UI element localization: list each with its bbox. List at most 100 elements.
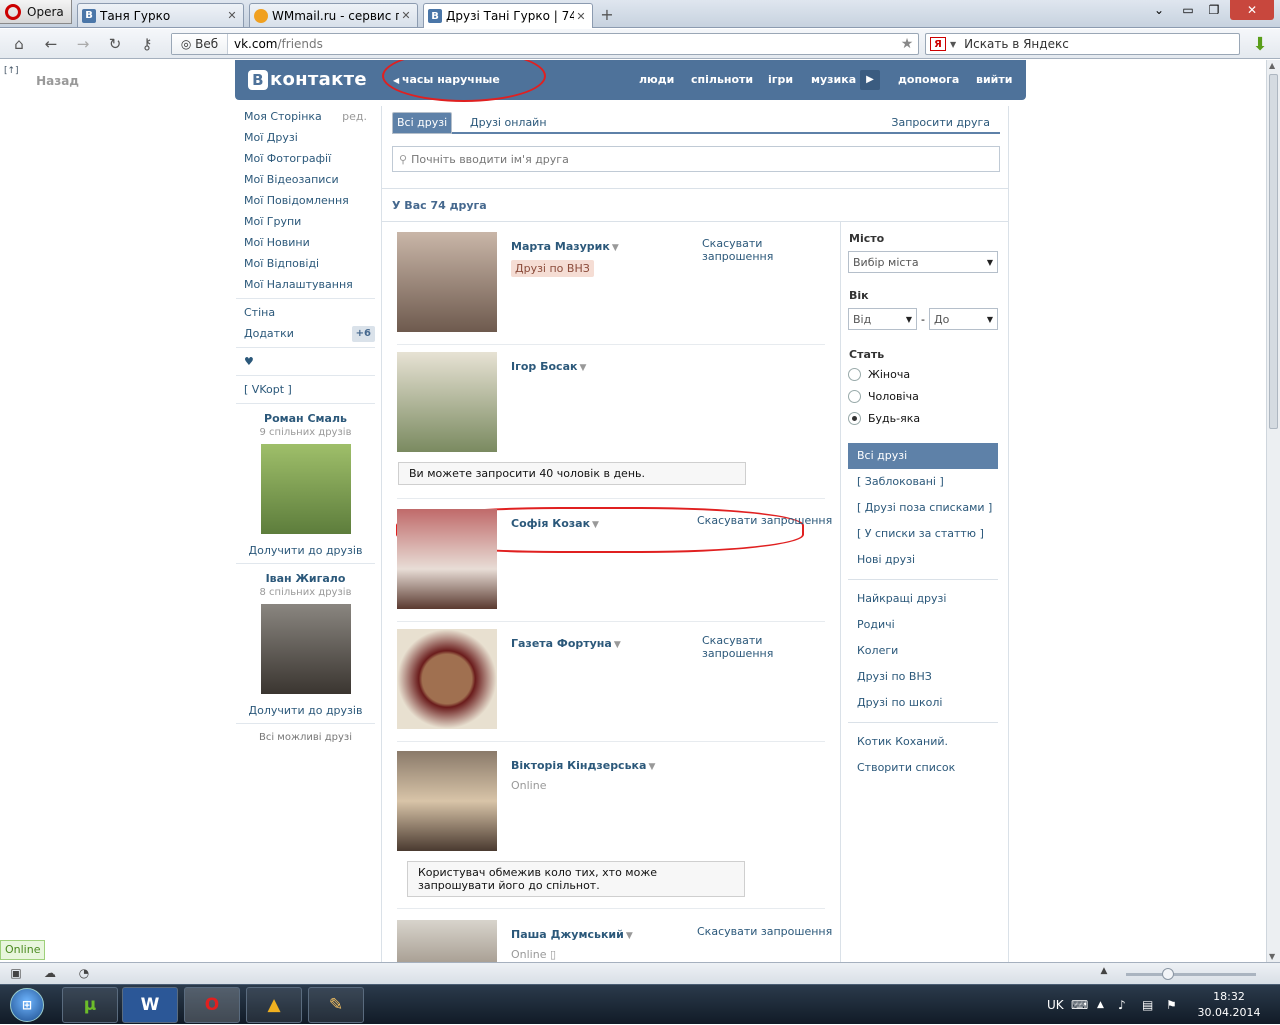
list-by-gender[interactable]: [ У списки за статтю ] <box>848 521 1008 547</box>
paint-icon[interactable]: ✎ <box>308 987 364 1023</box>
add-friend-link[interactable]: Долучити до друзів <box>236 544 375 557</box>
list-all-friends[interactable]: Всі друзі <box>848 443 998 469</box>
close-window-icon[interactable]: ✕ <box>1230 0 1274 20</box>
tab-all-friends[interactable]: Всі друзі <box>392 112 453 134</box>
clock[interactable]: 18:32 30.04.2014 <box>1196 989 1262 1021</box>
chevron-down-icon[interactable]: ▼ <box>592 520 599 530</box>
chevron-down-icon[interactable]: ▼ <box>648 762 655 772</box>
list-outside-lists[interactable]: [ Друзі поза списками ] <box>848 495 1008 521</box>
menu-my-friends[interactable]: Мої Друзі <box>236 127 375 148</box>
cancel-request-link[interactable]: Скасувати запрошення <box>697 925 837 938</box>
menu-my-settings[interactable]: Мої Налаштування <box>236 274 375 295</box>
heart-icon[interactable]: ♥ <box>236 351 375 372</box>
cloud-icon[interactable]: ☁ <box>42 966 58 982</box>
word-icon[interactable]: W <box>122 987 178 1023</box>
restore-icon[interactable]: ❐ <box>1202 0 1226 20</box>
friend-name[interactable]: Марта Мазурик ▼ <box>511 240 619 253</box>
browser-tab-1[interactable]: В Таня Гурко ✕ <box>77 3 244 27</box>
friend-name[interactable]: Софія Козак ▼ <box>511 517 599 530</box>
list-custom[interactable]: Котик Коханий. <box>848 729 1008 755</box>
scrollbar-thumb[interactable] <box>1269 74 1278 429</box>
cancel-request-link[interactable]: Скасувати запрошення <box>702 237 782 263</box>
friend-list-tag[interactable]: Друзі по ВНЗ <box>511 260 594 277</box>
nav-help[interactable]: допомога <box>898 73 959 86</box>
scroll-up-icon[interactable]: ▲ <box>1269 61 1275 70</box>
action-center-icon[interactable]: ⚑ <box>1166 985 1177 1025</box>
opera-icon[interactable]: O <box>184 987 240 1023</box>
list-relatives[interactable]: Родичі <box>848 612 1008 638</box>
tray-expand-icon[interactable]: ▲ <box>1097 985 1104 1025</box>
browser-tab-3-active[interactable]: В Друзі Тані Гурко | 74 д... ✕ <box>423 3 593 28</box>
suggestion-photo[interactable] <box>260 604 351 694</box>
friend-name[interactable]: Ігор Босак ▼ <box>511 360 586 373</box>
address-field[interactable]: ◎ Веб vk.com/friends ★ <box>171 33 919 55</box>
turbo-icon[interactable]: ◔ <box>76 966 92 982</box>
reload-icon[interactable]: ↻ <box>104 34 126 54</box>
list-school-friends[interactable]: Друзі по школі <box>848 690 1008 716</box>
close-icon[interactable]: ✕ <box>399 9 413 22</box>
friend-name[interactable]: Вікторія Кіндзерська ▼ <box>511 759 655 772</box>
invite-friend-link[interactable]: Запросити друга <box>883 112 998 134</box>
yandex-search-field[interactable]: Я ▼ Искать в Яндекс <box>925 33 1240 55</box>
friend-name[interactable]: Газета Фортуна ▼ <box>511 637 621 650</box>
vertical-scrollbar[interactable]: ▲ ▼ <box>1266 60 1280 962</box>
nav-music[interactable]: музика <box>811 73 856 86</box>
nav-communities[interactable]: спільноти <box>691 73 753 86</box>
zoom-slider[interactable] <box>1126 968 1256 980</box>
sex-radio-any[interactable]: Будь-яка <box>848 407 1008 429</box>
chevron-down-icon[interactable]: ▼ <box>626 931 633 941</box>
all-possible-friends-link[interactable]: Всі можливі друзі <box>236 732 375 743</box>
friend-avatar[interactable] <box>397 509 497 609</box>
restore-down-icon[interactable]: ▭ <box>1176 0 1200 20</box>
back-link[interactable]: [↑] Назад <box>4 66 79 88</box>
friend-avatar[interactable] <box>397 352 497 452</box>
chevron-down-icon[interactable]: ▼ <box>950 40 956 49</box>
nav-games[interactable]: ігри <box>768 73 793 86</box>
browser-tab-2[interactable]: WMmail.ru - сервис п... ✕ <box>249 3 418 27</box>
friend-avatar[interactable] <box>397 751 497 851</box>
play-icon[interactable]: ▶ <box>860 70 880 90</box>
start-button[interactable]: ⊞ <box>2 986 52 1024</box>
list-colleagues[interactable]: Колеги <box>848 638 1008 664</box>
volume-icon[interactable]: ♪ <box>1118 985 1126 1025</box>
menu-my-messages[interactable]: Мої Повідомлення <box>236 190 375 211</box>
friend-avatar[interactable] <box>397 629 497 729</box>
keyboard-icon[interactable]: ⌨ <box>1071 985 1088 1025</box>
bookmark-star-icon[interactable]: ★ <box>896 36 918 52</box>
sex-radio-female[interactable]: Жіноча <box>848 363 1008 385</box>
tab-friends-online[interactable]: Друзі онлайн <box>462 112 555 134</box>
cancel-request-link[interactable]: Скасувати запрошення <box>702 634 782 660</box>
menu-apps[interactable]: Додатки +6 <box>236 323 375 344</box>
list-blocked[interactable]: [ Заблоковані ] <box>848 469 1008 495</box>
edit-link[interactable]: ред. <box>342 106 367 127</box>
zoom-slider-thumb[interactable] <box>1162 968 1174 980</box>
menu-my-answers[interactable]: Мої Відповіді <box>236 253 375 274</box>
chevron-down-icon[interactable]: ▼ <box>579 363 586 373</box>
list-university-friends[interactable]: Друзі по ВНЗ <box>848 664 1008 690</box>
back-icon[interactable]: ← <box>40 34 62 54</box>
download-icon[interactable]: ⬇ <box>1250 34 1270 55</box>
menu-my-page[interactable]: Моя Сторінка ред. <box>236 106 375 127</box>
city-select[interactable]: Вибір міста ▼ <box>848 251 998 273</box>
add-friend-link[interactable]: Долучити до друзів <box>236 704 375 717</box>
suggestion-photo[interactable] <box>260 444 351 534</box>
list-best-friends[interactable]: Найкращі друзі <box>848 586 1008 612</box>
zoom-toggle-icon[interactable]: ▲ <box>1096 966 1112 982</box>
list-new-friends[interactable]: Нові друзі <box>848 547 1008 573</box>
opera-menu-button[interactable]: Opera <box>0 0 72 24</box>
utorrent-icon[interactable]: µ <box>62 987 118 1023</box>
chevron-down-icon[interactable]: ▼ <box>612 243 619 253</box>
create-list-link[interactable]: Створити список <box>848 755 1008 781</box>
nav-logout[interactable]: вийти <box>976 73 1012 86</box>
new-tab-button[interactable]: + <box>598 5 616 24</box>
friend-name[interactable]: Паша Джумський ▼ <box>511 928 633 941</box>
close-icon[interactable]: ✕ <box>225 9 239 22</box>
vk-logo[interactable]: В контакте <box>248 69 367 90</box>
sex-radio-male[interactable]: Чоловіча <box>848 385 1008 407</box>
suggestion-name[interactable]: Іван Жигало <box>236 572 375 585</box>
menu-my-photos[interactable]: Мої Фотографії <box>236 148 375 169</box>
chevron-down-icon[interactable]: ▼ <box>614 640 621 650</box>
friend-search-input[interactable]: ⚲ Почніть вводити ім'я друга <box>392 146 1000 172</box>
url-text[interactable]: vk.com/friends <box>228 37 896 51</box>
status-link[interactable]: ◀ часы наручные <box>393 73 500 86</box>
